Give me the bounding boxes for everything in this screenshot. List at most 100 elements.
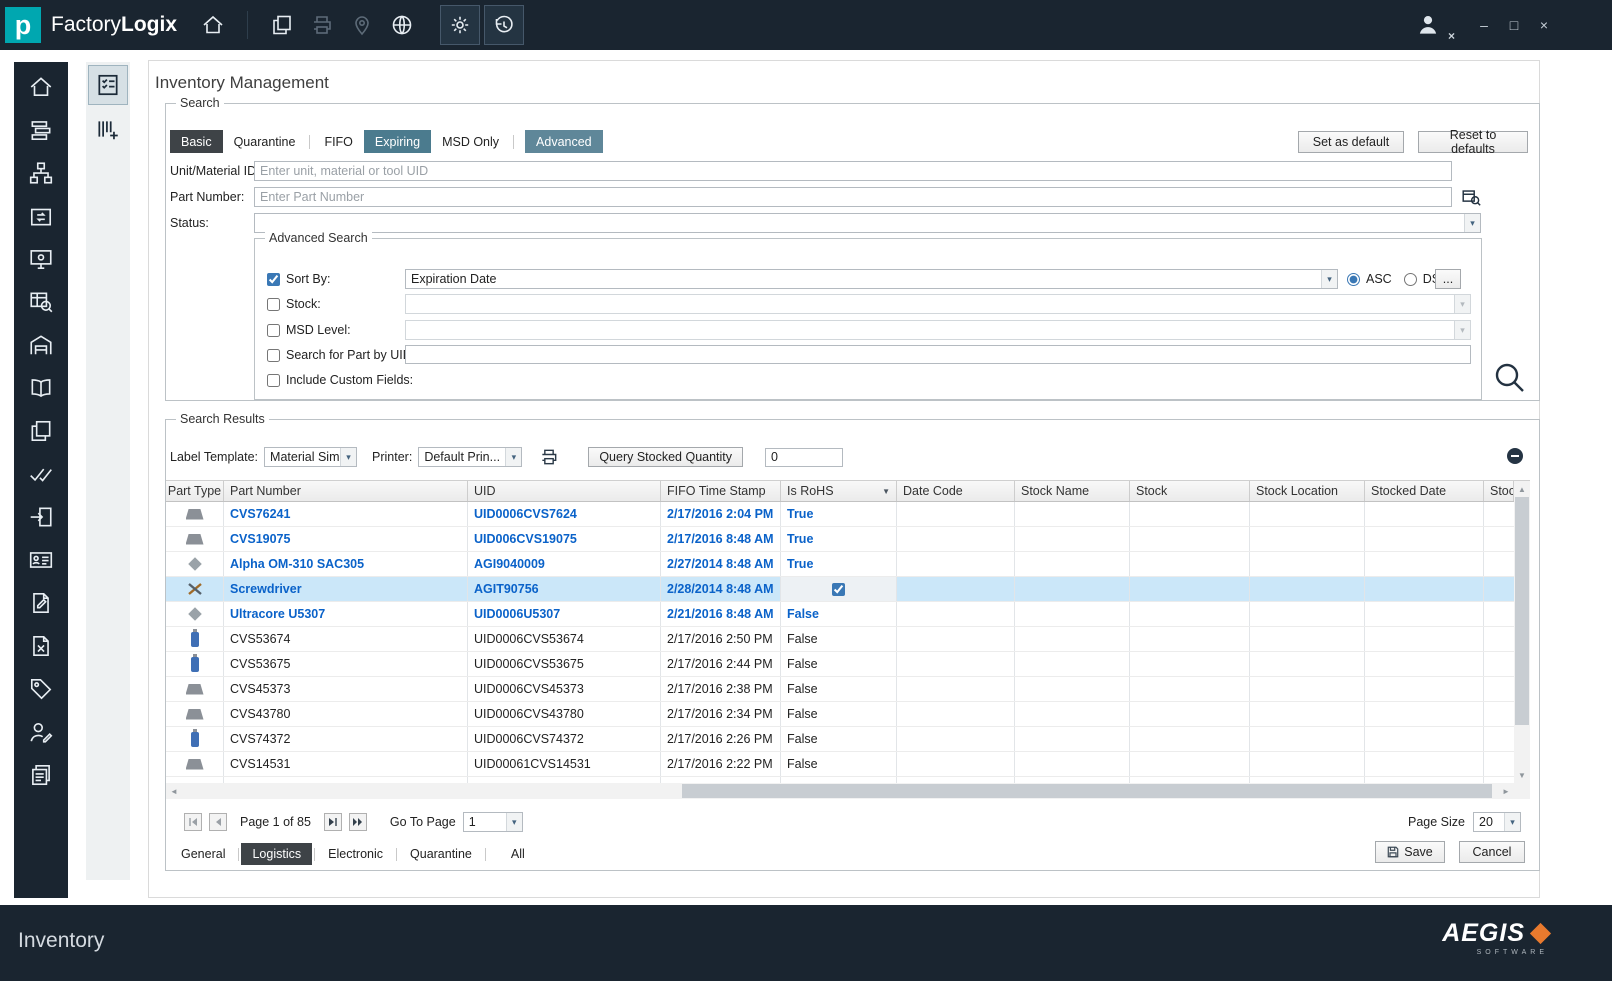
print-icon[interactable] [539,447,559,467]
status-dropdown[interactable]: ▾ [254,213,1481,233]
minimize-button[interactable]: – [1476,18,1492,32]
box-refresh-icon[interactable] [26,201,56,231]
stock-dropdown[interactable]: ▾ [405,294,1471,314]
home-nav-icon[interactable] [26,72,56,102]
report-pages-icon[interactable] [26,760,56,790]
tab-quarantine-results[interactable]: Quarantine [399,843,483,865]
column-header-part-type[interactable]: Part Type [166,481,224,501]
close-button[interactable]: × [1536,18,1552,32]
label-template-dropdown[interactable]: Material Simp ▾ [264,447,357,467]
column-header-part-number[interactable]: Part Number [224,481,468,501]
column-header-stock[interactable]: Stock [1130,481,1250,501]
home-icon[interactable] [193,5,233,45]
column-header-date-code[interactable]: Date Code [897,481,1015,501]
documents-icon[interactable] [262,5,302,45]
table-row[interactable]: Alpha OM-310 SAC305 AGI9040009 2/27/2014… [166,552,1514,577]
hierarchy-icon[interactable] [26,158,56,188]
part-number-input[interactable] [254,187,1452,207]
user-edit-icon[interactable] [26,717,56,747]
table-row[interactable]: CVS45373 UID0006CVS45373 2/17/2016 2:38 … [166,677,1514,702]
dsc-radio[interactable] [1404,273,1417,286]
tag-icon[interactable] [26,674,56,704]
custom-fields-checkbox[interactable] [267,374,280,387]
unit-material-id-input[interactable] [254,161,1452,181]
table-row[interactable]: CVS19075 UID006CVS19075 2/17/2016 8:48 A… [166,527,1514,552]
sort-by-dropdown[interactable]: Expiration Date ▾ [405,269,1338,289]
stocked-quantity-input[interactable] [765,448,843,467]
vertical-scrollbar[interactable]: ▲ ▼ [1514,481,1530,783]
book-icon[interactable] [26,373,56,403]
column-header-stock-location[interactable]: Stock Location [1250,481,1365,501]
part-by-uid-input[interactable] [405,345,1471,364]
tab-expiring[interactable]: Expiring [364,130,431,153]
horizontal-scrollbar[interactable]: ◄ ► [166,783,1514,799]
go-to-page-dropdown[interactable]: 1 ▾ [463,812,523,832]
table-row[interactable]: CVS53675 UID0006CVS53675 2/17/2016 2:44 … [166,652,1514,677]
document-remove-icon[interactable] [26,631,56,661]
tab-electronic[interactable]: Electronic [317,843,394,865]
tab-quarantine[interactable]: Quarantine [223,130,307,153]
id-card-icon[interactable] [26,545,56,575]
column-header-stock-name[interactable]: Stock Name [1015,481,1130,501]
table-row[interactable]: Ultracore U5307 UID0006U5307 2/21/2016 8… [166,602,1514,627]
next-page-button[interactable] [324,813,342,831]
column-header-stocked-date[interactable]: Stocked Date [1365,481,1484,501]
horizontal-scroll-thumb[interactable] [682,784,1492,798]
double-check-icon[interactable] [26,459,56,489]
inventory-list-button[interactable] [88,65,128,105]
tab-logistics[interactable]: Logistics [241,843,312,865]
column-header-fifo[interactable]: FIFO Time Stamp [661,481,781,501]
scroll-left-icon[interactable]: ◄ [166,783,182,799]
document-edit-icon[interactable] [26,588,56,618]
vertical-scroll-thumb[interactable] [1515,497,1529,725]
table-row[interactable]: CVS14531 UID00061CVS14531 2/17/2016 2:22… [166,752,1514,777]
more-options-button[interactable]: ... [1435,269,1461,289]
table-row[interactable]: CVS53674 UID0006CVS53674 2/17/2016 2:50 … [166,627,1514,652]
scroll-down-icon[interactable]: ▼ [1514,767,1530,783]
tab-all[interactable]: All [500,843,536,865]
table-row[interactable]: CVS76241 UID0006CVS7624 2/17/2016 2:04 P… [166,502,1514,527]
scroll-right-icon[interactable]: ► [1498,783,1514,799]
cancel-button[interactable]: Cancel [1459,841,1525,863]
stock-checkbox[interactable] [267,298,280,311]
history-refresh-button[interactable] [484,5,524,45]
column-header-stock-2[interactable]: Stock [1484,481,1514,501]
globe-icon[interactable] [382,5,422,45]
rohs-checkbox[interactable] [832,583,845,596]
run-search-icon[interactable] [1492,360,1528,399]
scroll-up-icon[interactable]: ▲ [1514,481,1530,497]
location-pin-icon[interactable] [342,5,382,45]
tab-basic[interactable]: Basic [170,130,223,153]
reset-to-defaults-button[interactable]: Reset to defaults [1418,131,1528,153]
part-lookup-icon[interactable] [1460,186,1482,211]
user-account-icon[interactable]: × [1408,5,1448,45]
column-header-is-rohs[interactable]: Is RoHS▼ [781,481,897,501]
copy-pages-icon[interactable] [26,416,56,446]
last-page-button[interactable] [349,813,367,831]
prev-page-button[interactable] [209,813,227,831]
table-row[interactable]: CVS43780 UID0006CVS43780 2/17/2016 2:34 … [166,702,1514,727]
table-search-icon[interactable] [26,287,56,317]
monitor-gear-icon[interactable] [26,244,56,274]
settings-gear-button[interactable] [440,5,480,45]
msd-level-checkbox[interactable] [267,324,280,337]
msd-level-dropdown[interactable]: ▾ [405,320,1471,340]
query-stocked-quantity-button[interactable]: Query Stocked Quantity [588,447,743,467]
column-header-uid[interactable]: UID [468,481,661,501]
collapse-minus-icon[interactable] [1507,448,1523,464]
part-by-uid-checkbox[interactable] [267,349,280,362]
tab-general[interactable]: General [170,843,236,865]
tab-advanced[interactable]: Advanced [525,130,603,153]
tab-fifo[interactable]: FIFO [313,130,363,153]
printer-dropdown[interactable]: Default Prin... ▾ [418,447,522,467]
table-row[interactable]: CVS74372 UID0006CVS74372 2/17/2016 2:26 … [166,727,1514,752]
warehouse-icon[interactable] [26,330,56,360]
inventory-stacks-icon[interactable] [26,115,56,145]
asc-radio[interactable] [1347,273,1360,286]
first-page-button[interactable] [184,813,202,831]
page-size-dropdown[interactable]: 20 ▾ [1473,812,1521,832]
sort-by-checkbox[interactable] [267,273,280,286]
save-button[interactable]: Save [1375,841,1445,863]
set-as-default-button[interactable]: Set as default [1298,131,1404,153]
printer-icon[interactable] [302,5,342,45]
